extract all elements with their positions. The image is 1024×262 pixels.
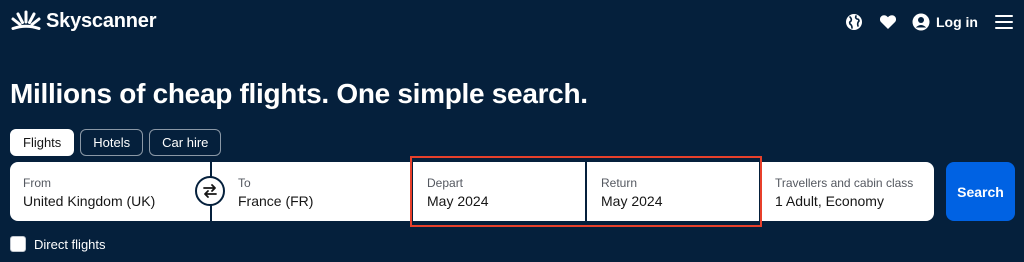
globe-icon[interactable] <box>844 12 864 32</box>
direct-flights-option[interactable]: Direct flights <box>10 236 106 252</box>
to-label: To <box>238 176 251 190</box>
page-headline: Millions of cheap flights. One simple se… <box>10 78 588 109</box>
skyscanner-logo[interactable]: Skyscanner <box>10 9 156 33</box>
flight-search-bar: From United Kingdom (UK) To France (FR) … <box>10 162 934 221</box>
direct-flights-label: Direct flights <box>34 236 106 252</box>
user-icon <box>912 13 930 31</box>
heart-icon[interactable] <box>878 12 898 32</box>
depart-field[interactable]: Depart May 2024 <box>413 162 585 221</box>
header-actions: Log in <box>844 12 1014 32</box>
tab-hotels[interactable]: Hotels <box>80 129 144 156</box>
to-value: France (FR) <box>238 193 314 209</box>
travel-type-tabs: Flights Hotels Car hire <box>10 129 222 156</box>
travellers-label: Travellers and cabin class <box>775 176 914 190</box>
tab-flights[interactable]: Flights <box>10 129 75 156</box>
tab-car-hire[interactable]: Car hire <box>149 129 222 156</box>
depart-value: May 2024 <box>427 193 489 209</box>
from-label: From <box>23 176 51 190</box>
search-button[interactable]: Search <box>946 162 1015 221</box>
brand-name: Skyscanner <box>46 9 157 32</box>
login-button[interactable]: Log in <box>912 13 978 31</box>
top-header: Skyscanner Log in <box>0 0 1024 44</box>
login-label: Log in <box>936 14 978 30</box>
sunburst-logo-icon <box>11 10 41 30</box>
travellers-cabin-field[interactable]: Travellers and cabin class 1 Adult, Econ… <box>761 162 934 221</box>
from-value: United Kingdom (UK) <box>23 193 156 209</box>
hamburger-menu-icon[interactable] <box>994 12 1014 32</box>
swap-arrows-icon <box>203 184 217 198</box>
return-label: Return <box>601 176 638 190</box>
from-field[interactable]: From United Kingdom (UK) <box>10 162 210 221</box>
swap-origin-destination-button[interactable] <box>195 176 225 206</box>
direct-flights-checkbox[interactable] <box>10 236 26 252</box>
travellers-value: 1 Adult, Economy <box>775 193 884 209</box>
return-field[interactable]: Return May 2024 <box>587 162 759 221</box>
to-field[interactable]: To France (FR) <box>212 162 411 221</box>
depart-label: Depart <box>427 176 464 190</box>
return-value: May 2024 <box>601 193 663 209</box>
